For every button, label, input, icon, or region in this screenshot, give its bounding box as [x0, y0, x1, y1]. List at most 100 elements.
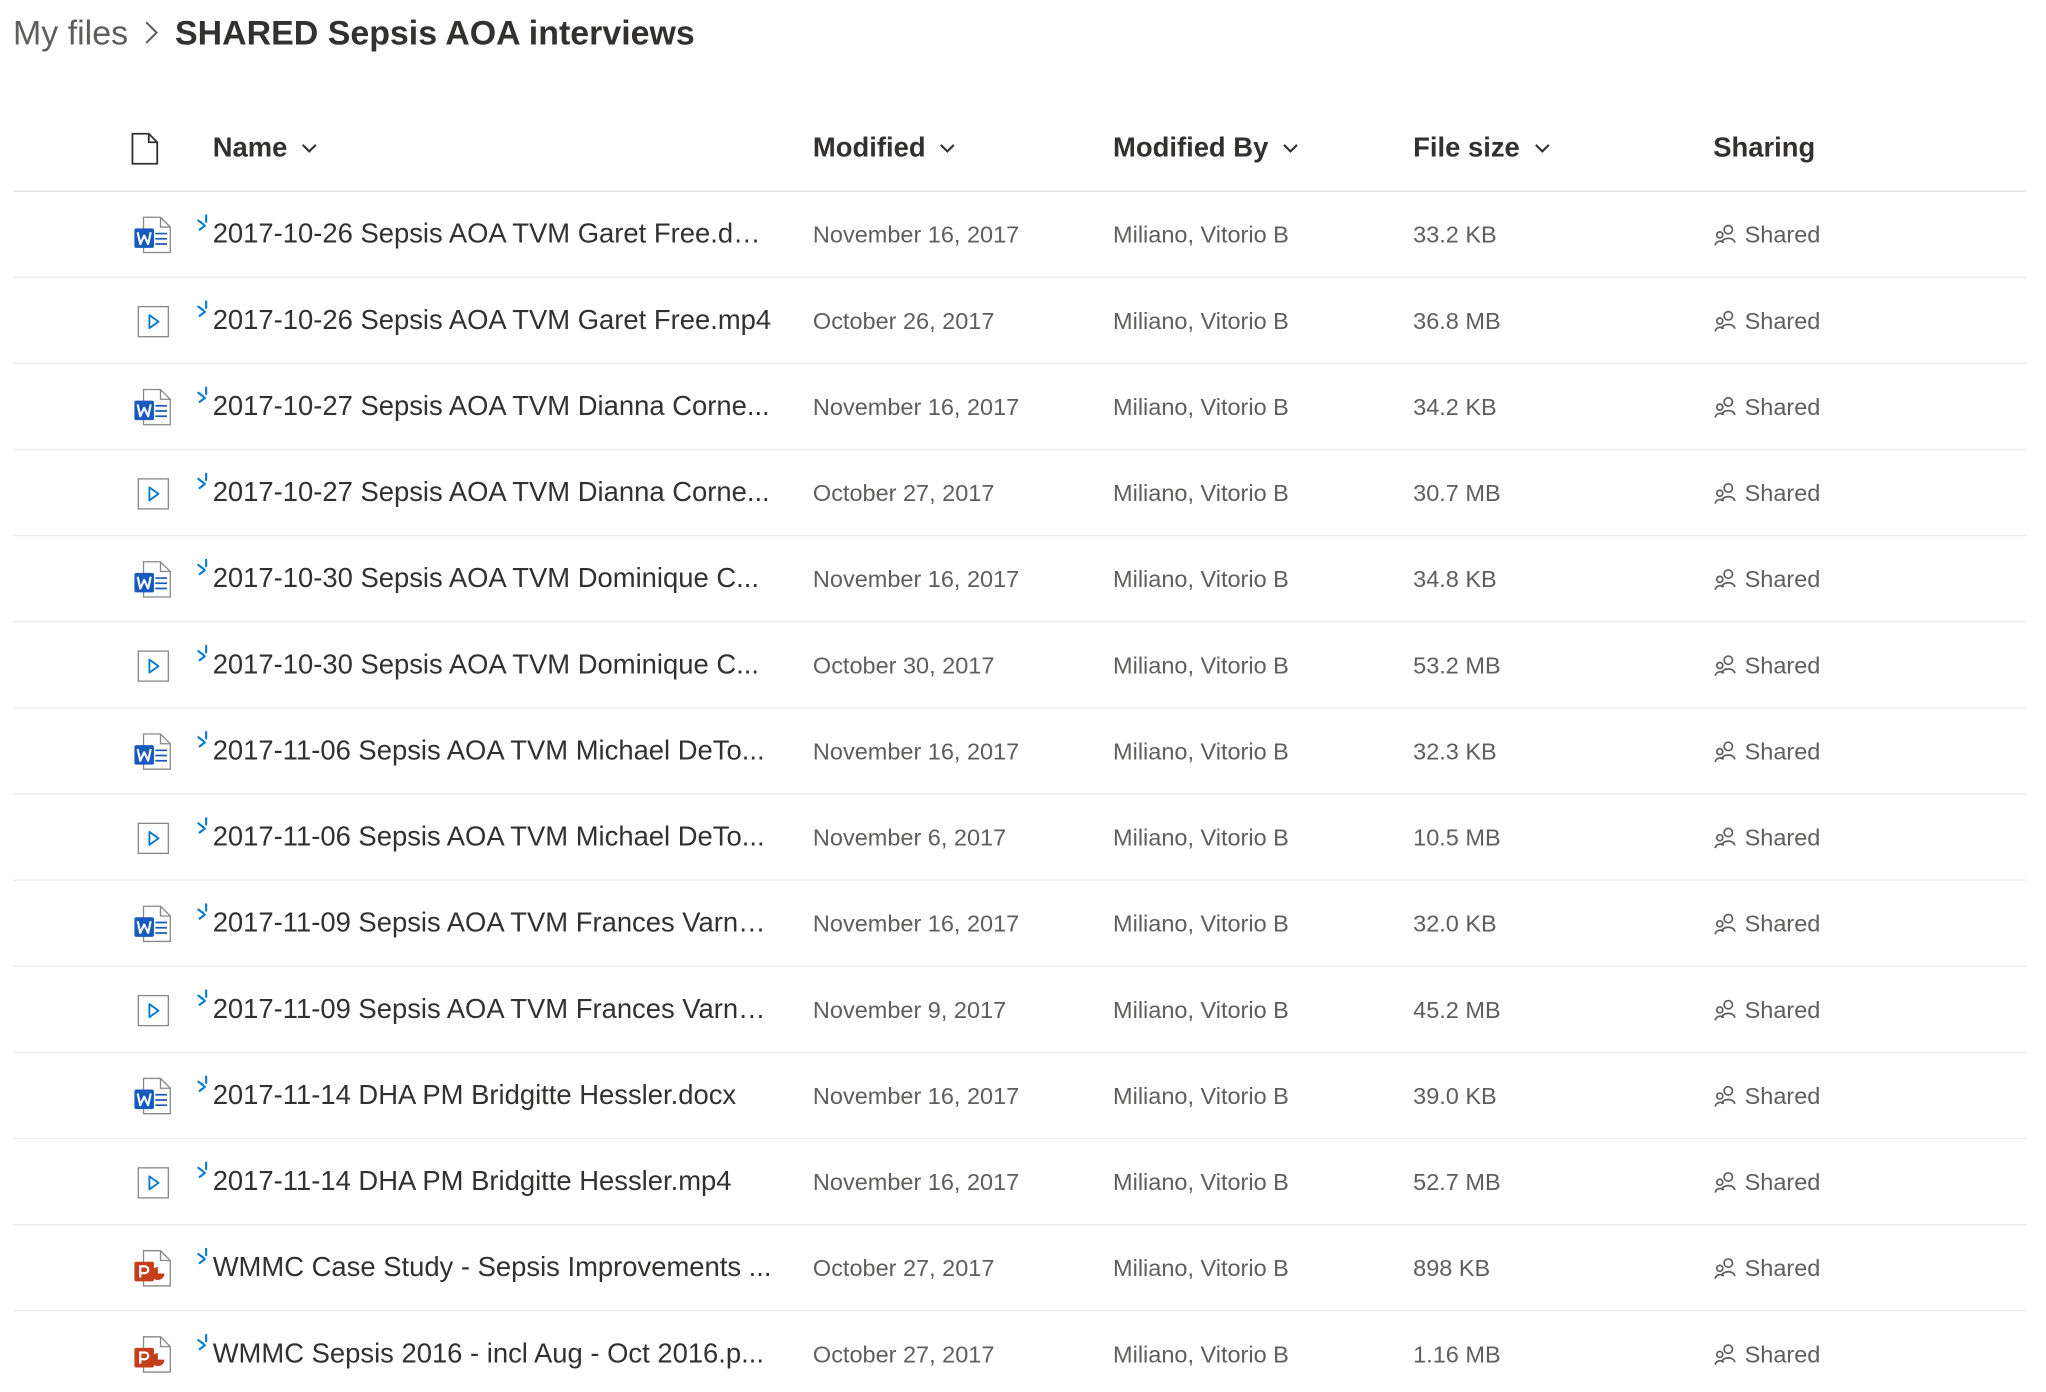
people-shared-icon: [1713, 998, 1736, 1021]
file-browser-page: My files SHARED Sepsis AOA interviews Na…: [0, 0, 2046, 1392]
file-size: 53.2 MB: [1413, 651, 1501, 678]
file-sharing-status[interactable]: Shared: [1713, 536, 1820, 622]
file-row[interactable]: 2017-10-27 Sepsis AOA TVM Dianna Corne..…: [13, 364, 2027, 451]
file-size: 39.0 KB: [1413, 1082, 1497, 1109]
file-name-link[interactable]: 2017-11-14 DHA PM Bridgitte Hessler.mp4: [213, 1167, 732, 1198]
file-sharing-status[interactable]: Shared: [1713, 1139, 1820, 1225]
file-modified-by: Miliano, Vitorio B: [1113, 479, 1289, 506]
file-name-link[interactable]: 2017-11-09 Sepsis AOA TVM Frances Varne.…: [213, 994, 774, 1025]
file-modified-date: November 16, 2017: [812, 910, 1020, 937]
file-row[interactable]: WMMC Sepsis 2016 - incl Aug - Oct 2016.p…: [13, 1311, 2026, 1392]
file-name-cell: 2017-11-09 Sepsis AOA TVM Frances Varne.…: [197, 881, 787, 967]
file-modified-by: Miliano, Vitorio B: [1113, 824, 1289, 851]
file-name-link[interactable]: 2017-11-09 Sepsis AOA TVM Frances Varne.…: [213, 908, 774, 939]
video-file-icon: [133, 818, 172, 857]
file-sharing-status[interactable]: Shared: [1713, 278, 1820, 364]
file-size: 34.2 KB: [1413, 393, 1497, 420]
file-type-icon-cell: [130, 1225, 174, 1311]
file-row[interactable]: WMMC Case Study - Sepsis Improvements ..…: [13, 1225, 2027, 1312]
file-sharing-label: Shared: [1744, 221, 1821, 248]
file-type-icon-cell: [130, 967, 174, 1053]
file-sharing-status[interactable]: Shared: [1713, 1053, 1820, 1139]
column-header-modified-label: Modified: [812, 132, 926, 163]
file-size: 32.3 KB: [1413, 737, 1497, 764]
file-modified-by: Miliano, Vitorio B: [1113, 1254, 1289, 1281]
file-sharing-status[interactable]: Shared: [1713, 192, 1820, 278]
file-sharing-status[interactable]: Shared: [1713, 1311, 1820, 1392]
new-file-sparkle-icon: [197, 295, 215, 326]
file-sharing-status[interactable]: Shared: [1713, 795, 1820, 881]
file-name-cell: 2017-11-06 Sepsis AOA TVM Michael DeTo..…: [197, 709, 787, 795]
breadcrumb-my-files[interactable]: My files: [13, 12, 128, 52]
file-type-icon-cell: [130, 622, 174, 708]
file-sharing-status[interactable]: Shared: [1713, 364, 1820, 450]
file-name-link[interactable]: 2017-11-06 Sepsis AOA TVM Michael DeTo..…: [213, 736, 765, 767]
file-name-link[interactable]: 2017-10-27 Sepsis AOA TVM Dianna Corne..…: [213, 478, 770, 509]
people-shared-icon: [1713, 223, 1736, 246]
powerpoint-file-icon: [133, 1335, 172, 1374]
file-modified-by: Miliano, Vitorio B: [1113, 737, 1289, 764]
file-name-link[interactable]: 2017-10-30 Sepsis AOA TVM Dominique C...: [213, 650, 759, 681]
people-shared-icon: [1713, 568, 1736, 591]
file-modified-by: Miliano, Vitorio B: [1113, 565, 1289, 592]
file-row[interactable]: 2017-11-09 Sepsis AOA TVM Frances Varne.…: [13, 881, 2027, 967]
file-modified-date: November 16, 2017: [812, 737, 1020, 764]
file-sharing-status[interactable]: Shared: [1713, 967, 1820, 1053]
file-row[interactable]: 2017-10-26 Sepsis AOA TVM Garet Free.mp4…: [13, 278, 2027, 365]
file-sharing-status[interactable]: Shared: [1713, 622, 1820, 708]
file-row[interactable]: 2017-10-30 Sepsis AOA TVM Dominique C...…: [13, 622, 2027, 709]
file-row[interactable]: 2017-11-14 DHA PM Bridgitte Hessler.docx…: [13, 1053, 2027, 1140]
file-modified-date: November 16, 2017: [812, 565, 1020, 592]
file-name-link[interactable]: 2017-10-27 Sepsis AOA TVM Dianna Corne..…: [213, 391, 770, 422]
file-sharing-label: Shared: [1744, 824, 1821, 851]
file-name-link[interactable]: 2017-10-30 Sepsis AOA TVM Dominique C...: [213, 564, 759, 595]
file-row[interactable]: 2017-10-27 Sepsis AOA TVM Dianna Corne..…: [13, 450, 2027, 537]
column-header-file-size[interactable]: File size: [1413, 104, 1551, 191]
file-sharing-label: Shared: [1744, 479, 1821, 506]
file-name-link[interactable]: WMMC Sepsis 2016 - incl Aug - Oct 2016.p…: [213, 1339, 764, 1370]
people-shared-icon: [1713, 1170, 1736, 1193]
file-modified-date: October 27, 2017: [812, 1254, 995, 1281]
file-row[interactable]: 2017-10-26 Sepsis AOA TVM Garet Free.doc…: [13, 192, 2027, 278]
column-header-file-size-label: File size: [1413, 132, 1520, 163]
column-header-row: Name Modified Modified By File size Shar…: [13, 104, 2027, 192]
column-header-modified-by[interactable]: Modified By: [1113, 104, 1300, 191]
word-document-icon: [133, 1077, 172, 1116]
file-row[interactable]: 2017-10-30 Sepsis AOA TVM Dominique C...…: [13, 536, 2027, 623]
file-row[interactable]: 2017-11-09 Sepsis AOA TVM Frances Varne.…: [13, 967, 2027, 1054]
file-modified-date: November 16, 2017: [812, 1168, 1020, 1195]
file-sharing-status[interactable]: Shared: [1713, 450, 1820, 536]
video-file-icon: [133, 301, 172, 340]
file-modified-date: October 27, 2017: [812, 1340, 995, 1367]
file-row[interactable]: 2017-11-06 Sepsis AOA TVM Michael DeTo..…: [13, 795, 2027, 881]
file-name-cell: 2017-11-14 DHA PM Bridgitte Hessler.docx: [197, 1053, 787, 1139]
file-name-cell: 2017-10-30 Sepsis AOA TVM Dominique C...: [197, 536, 787, 622]
new-file-sparkle-icon: [197, 553, 215, 584]
file-name-link[interactable]: 2017-10-26 Sepsis AOA TVM Garet Free.doc…: [213, 219, 774, 250]
file-row[interactable]: 2017-11-14 DHA PM Bridgitte Hessler.mp4 …: [13, 1139, 2027, 1226]
file-sharing-label: Shared: [1744, 737, 1821, 764]
file-name-link[interactable]: 2017-11-14 DHA PM Bridgitte Hessler.docx: [213, 1080, 736, 1111]
file-sharing-status[interactable]: Shared: [1713, 1225, 1820, 1311]
file-modified-date: November 16, 2017: [812, 1082, 1020, 1109]
file-row[interactable]: 2017-11-06 Sepsis AOA TVM Michael DeTo..…: [13, 709, 2027, 795]
new-file-sparkle-icon: [197, 639, 215, 670]
file-modified-by: Miliano, Vitorio B: [1113, 1082, 1289, 1109]
column-header-name[interactable]: Name: [213, 104, 319, 191]
chevron-down-icon: [1533, 142, 1551, 155]
file-name-cell: 2017-10-26 Sepsis AOA TVM Garet Free.doc…: [197, 192, 787, 278]
new-file-sparkle-icon: [197, 1070, 215, 1101]
breadcrumb-current-folder: SHARED Sepsis AOA interviews: [175, 12, 695, 52]
file-list: Name Modified Modified By File size Shar…: [13, 104, 2027, 1392]
file-name-link[interactable]: WMMC Case Study - Sepsis Improvements ..…: [213, 1253, 772, 1284]
column-header-modified[interactable]: Modified: [813, 104, 957, 191]
file-sharing-status[interactable]: Shared: [1713, 881, 1820, 967]
file-sharing-status[interactable]: Shared: [1713, 709, 1820, 795]
new-file-sparkle-icon: [197, 898, 215, 929]
file-name-link[interactable]: 2017-10-26 Sepsis AOA TVM Garet Free.mp4: [213, 305, 771, 336]
people-shared-icon: [1713, 826, 1736, 849]
file-name-link[interactable]: 2017-11-06 Sepsis AOA TVM Michael DeTo..…: [213, 822, 765, 853]
file-size: 33.2 KB: [1413, 221, 1497, 248]
file-type-header-icon[interactable]: [130, 104, 169, 191]
file-name-cell: WMMC Sepsis 2016 - incl Aug - Oct 2016.p…: [197, 1311, 787, 1392]
